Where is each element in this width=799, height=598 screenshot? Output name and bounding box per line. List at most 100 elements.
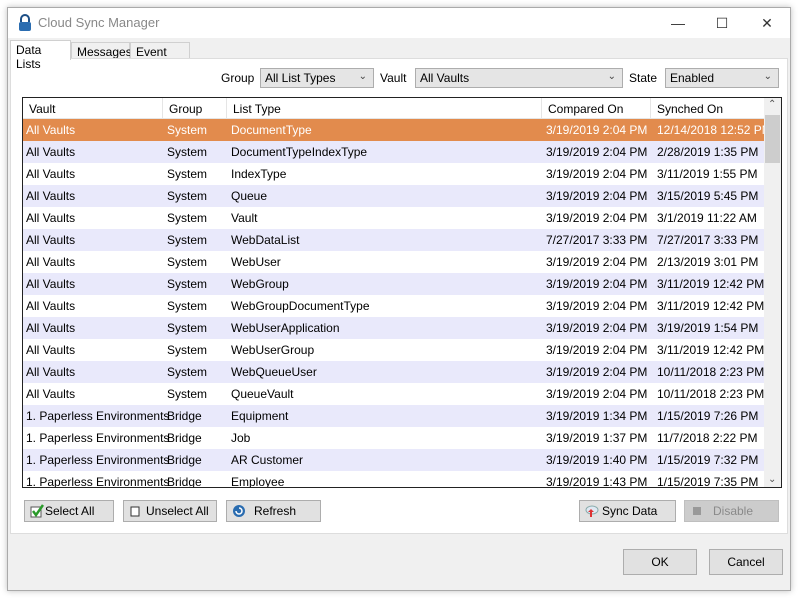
vertical-scrollbar[interactable]: ⌃ ⌄ [764, 98, 781, 487]
table-cell: 10/11/2018 2:23 PM [657, 365, 765, 379]
refresh-label: Refresh [254, 504, 297, 518]
table-row[interactable]: All Vaults System Queue 3/19/2019 2:04 PM 3/… [23, 185, 765, 207]
table-row[interactable]: 1. Paperless Environments Bridge AR Custom… [23, 449, 765, 471]
table-cell: All Vaults [26, 123, 76, 137]
table-cell: 3/19/2019 2:04 PM [546, 255, 648, 269]
disable-button[interactable]: Disable [684, 500, 779, 522]
table-cell: 3/19/2019 1:43 PM [546, 475, 648, 488]
grid-header: Vault Group List Type Compared On Synche… [23, 98, 765, 119]
table-row[interactable]: 1. Paperless Environments Bridge Equipment… [23, 405, 765, 427]
column-header-list-type[interactable]: List Type [227, 98, 542, 119]
table-cell: All Vaults [26, 233, 76, 247]
table-cell: Equipment [231, 409, 289, 423]
table-row[interactable]: All Vaults System IndexType 3/19/2019 2:04 … [23, 163, 765, 185]
table-row[interactable]: All Vaults System WebUserGroup 3/19/2019 2:… [23, 339, 765, 361]
scroll-down-icon[interactable]: ⌄ [768, 474, 776, 485]
table-cell: System [167, 277, 208, 291]
vault-select[interactable]: All Vaults ⌄ [415, 68, 623, 88]
table-cell: 3/15/2019 5:45 PM [657, 189, 759, 203]
table-cell: All Vaults [26, 255, 76, 269]
tab-event-log[interactable]: Event Log [130, 42, 190, 73]
table-cell: Bridge [167, 475, 202, 488]
group-value: All List Types [265, 71, 336, 85]
table-cell: 1/15/2019 7:26 PM [657, 409, 759, 423]
table-cell: 3/19/2019 2:04 PM [546, 123, 648, 137]
table-cell: 3/19/2019 1:40 PM [546, 453, 648, 467]
data-grid[interactable]: Vault Group List Type Compared On Synche… [22, 97, 782, 488]
table-cell: 3/19/2019 2:04 PM [546, 321, 648, 335]
table-row[interactable]: All Vaults System Vault 3/19/2019 2:04 PM 3/… [23, 207, 765, 229]
sync-data-button[interactable]: Sync Data [579, 500, 676, 522]
table-cell: 7/27/2017 3:33 PM [657, 233, 759, 247]
unselect-all-button[interactable]: Unselect All [123, 500, 217, 522]
table-cell: 3/11/2019 12:42 PM [657, 277, 765, 291]
column-header-vault[interactable]: Vault [23, 98, 163, 119]
column-header-group[interactable]: Group [163, 98, 227, 119]
table-cell: All Vaults [26, 343, 76, 357]
table-cell: WebUserApplication [231, 321, 340, 335]
table-cell: 3/11/2019 1:55 PM [657, 167, 758, 181]
refresh-button[interactable]: Refresh [226, 500, 321, 522]
table-cell: System [167, 189, 208, 203]
table-cell: System [167, 255, 208, 269]
cancel-button[interactable]: Cancel [709, 549, 783, 575]
table-cell: System [167, 321, 208, 335]
lock-icon [19, 14, 31, 31]
group-select[interactable]: All List Types ⌄ [260, 68, 374, 88]
scroll-thumb[interactable] [765, 115, 780, 163]
column-header-synched-on[interactable]: Synched On [651, 98, 765, 119]
table-row[interactable]: 1. Paperless Environments Bridge Job 3/19/2… [23, 427, 765, 449]
sync-data-label: Sync Data [602, 504, 658, 518]
state-label: State [629, 71, 658, 85]
table-cell: All Vaults [26, 277, 76, 291]
table-cell: Queue [231, 189, 268, 203]
table-cell: 1. Paperless Environments [26, 453, 170, 467]
select-all-label: Select All [45, 504, 95, 518]
table-row[interactable]: All Vaults System WebUser 3/19/2019 2:04 PM… [23, 251, 765, 273]
table-row[interactable]: All Vaults System WebDataList 7/27/2017 3:3… [23, 229, 765, 251]
app-window: Cloud Sync Manager — ☐ ✕ Data Lists Mess… [7, 7, 791, 591]
group-label: Group [221, 71, 255, 85]
table-cell: Vault [231, 211, 258, 225]
table-row[interactable]: All Vaults System WebGroupDocumentType 3/19… [23, 295, 765, 317]
table-cell: AR Customer [231, 453, 304, 467]
checkbox-icon [130, 506, 140, 517]
table-row[interactable]: All Vaults System DocumentTypeIndexType 3/1… [23, 141, 765, 163]
table-cell: 3/19/2019 1:37 PM [546, 431, 648, 445]
table-cell: 3/19/2019 1:54 PM [657, 321, 759, 335]
maximize-button[interactable]: ☐ [712, 13, 732, 33]
table-row[interactable]: All Vaults System DocumentType 3/19/2019 2:… [23, 119, 772, 141]
table-row[interactable]: All Vaults System WebQueueUser 3/19/2019 2:… [23, 361, 765, 383]
table-cell: 2/13/2019 3:01 PM [657, 255, 759, 269]
table-cell: System [167, 343, 208, 357]
table-row[interactable]: All Vaults System WebGroup 3/19/2019 2:04 P… [23, 273, 765, 295]
table-cell: All Vaults [26, 145, 76, 159]
table-cell: 3/1/2019 11:22 AM [657, 211, 757, 225]
table-cell: IndexType [231, 167, 287, 181]
table-row[interactable]: All Vaults System WebUserApplication 3/19/2… [23, 317, 765, 339]
table-cell: 3/19/2019 2:04 PM [546, 299, 648, 313]
table-cell: WebQueueUser [231, 365, 317, 379]
tab-messages[interactable]: Messages [71, 42, 132, 59]
table-cell: Bridge [167, 409, 202, 423]
state-value: Enabled [670, 71, 715, 85]
table-cell: 1/15/2019 7:35 PM [657, 475, 759, 488]
ok-button[interactable]: OK [623, 549, 697, 575]
table-cell: Bridge [167, 431, 202, 445]
chevron-down-icon: ⌄ [607, 71, 616, 82]
table-cell: Bridge [167, 453, 202, 467]
select-all-button[interactable]: Select All [24, 500, 114, 522]
column-header-compared-on[interactable]: Compared On [542, 98, 651, 119]
close-button[interactable]: ✕ [757, 13, 777, 33]
tab-data-lists[interactable]: Data Lists [10, 40, 71, 71]
scroll-up-icon[interactable]: ⌃ [768, 99, 776, 110]
minimize-button[interactable]: — [668, 13, 688, 33]
state-select[interactable]: Enabled ⌄ [665, 68, 779, 88]
table-cell: 3/19/2019 1:34 PM [546, 409, 648, 423]
table-row[interactable]: 1. Paperless Environments Bridge Employee 3… [23, 471, 765, 488]
table-cell: 3/19/2019 2:04 PM [546, 167, 648, 181]
table-cell: All Vaults [26, 387, 76, 401]
table-cell: All Vaults [26, 167, 76, 181]
table-cell: WebDataList [231, 233, 300, 247]
table-row[interactable]: All Vaults System QueueVault 3/19/2019 2:04… [23, 383, 765, 405]
